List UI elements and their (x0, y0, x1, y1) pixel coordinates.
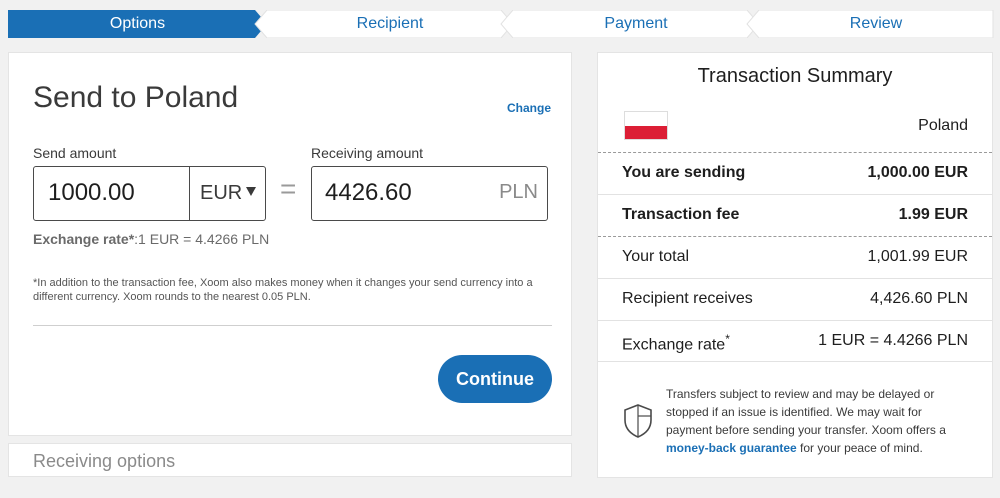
row-divider (598, 194, 992, 195)
transaction-fee-label: Transaction fee (622, 206, 740, 223)
page-title: Send to Poland (33, 81, 239, 114)
send-amount-input[interactable]: 1000.00 (48, 179, 135, 207)
send-currency-value: EUR (200, 182, 243, 204)
exchange-rate-line: Exchange rate*:1 EUR = 4.4266 PLN (33, 231, 269, 247)
receiving-amount-label: Receiving amount (311, 145, 424, 161)
receiving-options-label: Receiving options (33, 451, 176, 471)
continue-button[interactable]: Continue (438, 355, 552, 403)
summary-exchange-rate-asterisk: * (725, 332, 730, 346)
recipient-receives-value: 4,426.60 PLN (870, 290, 968, 307)
step-recipient[interactable]: Recipient (267, 10, 513, 38)
send-amount-field[interactable]: 1000.00 EUR (33, 166, 266, 221)
disclaimer-text: Transfers subject to review and may be d… (666, 387, 946, 437)
row-divider (598, 320, 992, 321)
progress-stepper: Options Recipient Payment Review (8, 10, 994, 38)
row-divider (598, 278, 992, 279)
dashed-divider (598, 236, 992, 237)
transaction-fee-value: 1.99 EUR (898, 206, 968, 223)
shield-icon (624, 404, 652, 438)
summary-exchange-rate-text: Exchange rate (622, 336, 726, 354)
disclaimer-text-end: for your peace of mind. (796, 441, 923, 455)
send-amount-label: Send amount (33, 145, 117, 161)
receiving-amount-input[interactable]: 4426.60 (325, 179, 412, 207)
send-currency-select[interactable]: EUR (189, 167, 265, 220)
recipient-receives-label: Recipient receives (622, 290, 753, 307)
row-divider (598, 361, 992, 362)
currency-conversion-note: *In addition to the transaction fee, Xoo… (33, 277, 533, 303)
summary-title: Transaction Summary (697, 65, 893, 87)
summary-exchange-rate-value: 1 EUR = 4.4266 PLN (818, 332, 968, 349)
dashed-divider (598, 152, 992, 153)
receiving-amount-field[interactable]: 4426.60 PLN (311, 166, 548, 221)
divider (33, 325, 552, 326)
you-are-sending-label: You are sending (622, 164, 746, 181)
you-are-sending-value: 1,000.00 EUR (867, 164, 968, 181)
step-options[interactable]: Options (8, 10, 267, 38)
step-payment[interactable]: Payment (513, 10, 759, 38)
review-disclaimer: Transfers subject to review and may be d… (666, 385, 966, 457)
poland-flag-icon (624, 111, 668, 140)
your-total-value: 1,001.99 EUR (867, 248, 968, 265)
transaction-summary-card: Transaction Summary Poland You are sendi… (597, 52, 993, 478)
send-details-card: Send to Poland Change Send amount 1000.0… (8, 52, 572, 436)
summary-exchange-rate-label: Exchange rate* (622, 332, 730, 354)
exchange-rate-value: :1 EUR = 4.4266 PLN (134, 231, 270, 247)
receiving-options-card[interactable]: Receiving options (8, 443, 572, 477)
money-back-guarantee-link[interactable]: money-back guarantee (666, 441, 797, 455)
change-country-link[interactable]: Change (507, 101, 551, 115)
receiving-currency: PLN (499, 181, 538, 203)
exchange-rate-label: Exchange rate (33, 231, 129, 247)
destination-country: Poland (918, 117, 968, 134)
equals-sign: = (280, 173, 297, 204)
step-review[interactable]: Review (759, 10, 993, 38)
caret-down-icon (246, 187, 257, 196)
your-total-label: Your total (622, 248, 690, 265)
